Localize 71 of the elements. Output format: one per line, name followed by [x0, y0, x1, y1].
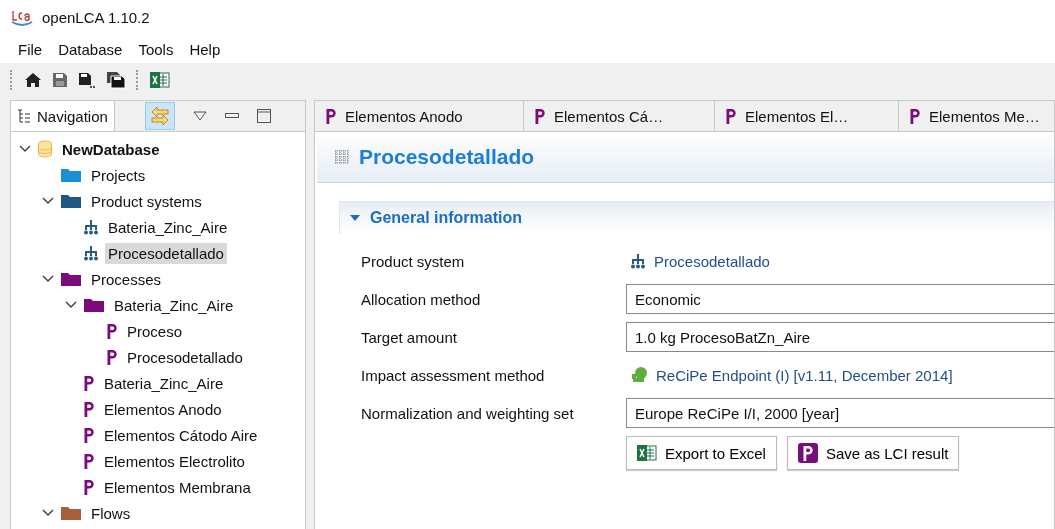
home-icon: [24, 72, 42, 88]
save-as-icon: [78, 72, 96, 88]
editor-title: Procesodetallado: [359, 145, 535, 169]
editor-tab[interactable]: Elementos Me…: [899, 101, 1054, 131]
tree-icon: [630, 366, 648, 384]
tree-item[interactable]: Bateria_Zinc_Aire: [101, 372, 227, 394]
table-icon: [335, 150, 349, 164]
tree-item[interactable]: Elementos Anodo: [101, 398, 225, 420]
menu-item[interactable]: File: [18, 40, 43, 58]
p-letter-icon: [83, 426, 95, 444]
tree-item[interactable]: Elementos Electrolito: [101, 450, 248, 472]
p-letter-icon: [83, 400, 95, 418]
save-icon: [52, 72, 68, 88]
p-letter-icon: [106, 322, 118, 340]
tree-item[interactable]: Elementos Cátodo Aire: [101, 424, 261, 446]
p-letter-icon: [801, 444, 814, 462]
link[interactable]: Procesodetallado: [654, 252, 770, 270]
p-letter-icon: [83, 452, 95, 470]
tab-label: Navigation: [37, 107, 108, 125]
tree-item[interactable]: Projects: [88, 164, 149, 186]
field-label: Target amount: [361, 328, 458, 346]
database-icon: [37, 140, 53, 158]
swap-arrows-icon: [148, 105, 171, 127]
spreadsheet-icon: [150, 71, 170, 89]
spreadsheet-icon: [637, 444, 657, 462]
editor-tab[interactable]: Elementos Cá…: [524, 101, 715, 131]
p-letter-icon: [83, 478, 95, 496]
field-label: Impact assessment method: [361, 366, 546, 384]
editor-tab[interactable]: Elementos Anodo: [315, 101, 524, 131]
menu-item[interactable]: Help: [189, 40, 221, 58]
tree-item[interactable]: Proceso: [124, 320, 186, 342]
save-button[interactable]: Save as LCI result: [786, 436, 960, 470]
tree-item[interactable]: Procesodetallado: [105, 242, 227, 264]
app-logo-icon: [10, 8, 34, 27]
navigation-tab[interactable]: Navigation: [11, 101, 115, 131]
p-letter-icon: [83, 374, 95, 392]
p-letter-icon: [725, 107, 737, 125]
save-all-icon: [106, 71, 126, 89]
field-label: Product system: [361, 252, 466, 270]
p-letter-icon: [106, 348, 118, 366]
field-label: Normalization and weighting set: [361, 404, 575, 422]
maximize-icon: [256, 109, 271, 123]
link-button[interactable]: [144, 102, 175, 130]
tree-item[interactable]: Elementos Membrana: [101, 476, 254, 498]
tree-list-icon: [17, 109, 31, 123]
hierarchy-icon: [630, 253, 646, 269]
input-field[interactable]: Europe ReCiPe I/I, 2000 [year]: [626, 398, 1054, 428]
tree-item[interactable]: NewDatabase: [59, 138, 163, 160]
tree-item[interactable]: Product systems: [88, 190, 205, 212]
input-field[interactable]: Economic: [626, 284, 1054, 314]
export-button[interactable]: Export to Excel: [626, 436, 777, 470]
dropdown-icon: [192, 111, 207, 121]
p-letter-icon: [325, 107, 337, 125]
input-field[interactable]: 1.0 kg ProcesoBatZn_Aire: [626, 322, 1054, 352]
tree-item[interactable]: Procesodetallado: [124, 346, 246, 368]
link[interactable]: ReCiPe Endpoint (I) [v1.11, December 2014]: [656, 366, 953, 384]
p-letter-icon: [909, 107, 921, 125]
menu-item[interactable]: Database: [58, 40, 123, 58]
tree-item[interactable]: Flows: [88, 502, 134, 524]
section-header[interactable]: General information: [339, 201, 1054, 234]
minimize-icon: [224, 113, 239, 119]
menu-item[interactable]: Tools: [138, 40, 174, 58]
editor-tab[interactable]: Elementos El…: [715, 101, 899, 131]
p-letter-icon: [534, 107, 546, 125]
hierarchy-icon: [83, 219, 99, 235]
tree-item[interactable]: Processes: [88, 268, 165, 290]
tree-item[interactable]: Bateria_Zinc_Aire: [105, 216, 231, 238]
tree-item[interactable]: Bateria_Zinc_Aire: [111, 294, 237, 316]
hierarchy-icon: [83, 245, 99, 261]
field-label: Allocation method: [361, 290, 482, 308]
window-title: openLCA 1.10.2: [42, 9, 150, 26]
